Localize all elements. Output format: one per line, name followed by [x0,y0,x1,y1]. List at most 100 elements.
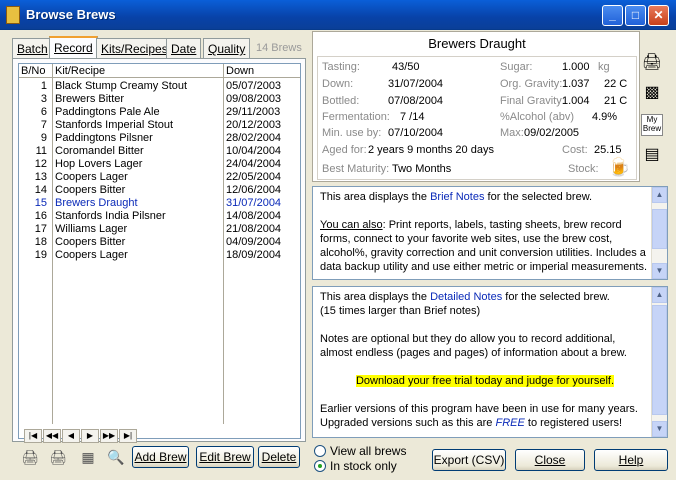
org-temp-value: 22 C [604,78,628,90]
delete-button[interactable]: Delete [258,446,300,468]
brew-details-panel: Brewers Draught Tasting: 43/50 Sugar: 1.… [312,31,640,182]
sugar-label: Sugar: [500,61,533,73]
detailed-notes-scrollbar[interactable]: ▲ ▼ [651,287,667,437]
edit-brew-button[interactable]: Edit Brew [196,446,254,468]
first-record-button[interactable]: |◀ [24,429,42,443]
window-title: Browse Brews [26,7,116,22]
cost-value: 25.15 [594,144,622,156]
org-gravity-label: Org. Gravity: [500,78,563,90]
list-item-selected[interactable]: 15 Brewers Draught 31/07/2004 [19,197,300,210]
view-all-radio[interactable]: View all brews [314,444,406,458]
tab-batch[interactable]: Batch [12,38,53,58]
promo-highlight: Download your free trial today and judge… [355,375,615,387]
sugar-unit: kg [598,61,610,73]
print-icon[interactable]: 🖨 [20,448,40,466]
help-button[interactable]: Help [594,449,668,471]
final-temp-value: 21 C [604,95,628,107]
list-item[interactable]: 1 Black Stump Creamy Stout 05/07/2003 [19,80,300,93]
tasting-value: 43/50 [392,61,420,73]
brew-list-panel: B/No Kit/Recipe Down 1 Black Stump Creamy… [12,58,306,443]
detailed-notes-area[interactable]: This area displays the Detailed Notes fo… [312,286,668,438]
max-label: Max: [500,127,524,139]
scroll-down-arrow-icon[interactable]: ▼ [652,421,667,437]
header-kit-recipe[interactable]: Kit/Recipe [55,65,105,77]
final-gravity-value: 1.004 [562,95,590,107]
list-header: B/No Kit/Recipe Down [19,64,300,78]
fermentation-value: 7 /14 [400,111,425,123]
alcohol-value: 4.9% [592,111,618,123]
brew-stats: Tasting: 43/50 Sugar: 1.000 kg Down: 31/… [317,56,637,180]
list-item[interactable]: 11 Coromandel Bitter 10/04/2004 [19,145,300,158]
aged-value: 2 years 9 months 20 days [368,144,494,156]
tab-date[interactable]: Date [166,38,202,58]
list-item[interactable]: 7 Stanfords Imperial Stout 20/12/2003 [19,119,300,132]
best-maturity-label: Best Maturity: [322,163,390,175]
maximize-button[interactable]: □ [625,5,646,26]
print-labels-icon[interactable]: 🖨 [48,448,68,466]
header-down[interactable]: Down [226,65,254,77]
brief-notes-scrollbar[interactable]: ▲ ▼ [651,187,667,279]
close-button[interactable]: Close [515,449,585,471]
scroll-up-arrow-icon[interactable]: ▲ [652,187,667,203]
list-item[interactable]: 18 Coopers Bitter 04/09/2004 [19,236,300,249]
header-bno[interactable]: B/No [21,65,45,77]
tab-record[interactable]: Record [49,36,98,59]
export-csv-button[interactable]: Export (CSV) [432,449,506,471]
barcode-label-icon[interactable]: ▩ [641,82,663,104]
title-bar[interactable]: Browse Brews _ □ ✕ [0,0,676,30]
my-brew-icon[interactable]: My Brew [641,114,663,136]
brew-title: Brewers Draught [428,36,526,51]
printer-icon[interactable]: 🖨 [641,52,663,74]
radio-unchecked-icon [314,445,326,457]
final-gravity-label: Final Gravity: [500,95,565,107]
max-value: 09/02/2005 [524,127,580,139]
brew-list[interactable]: B/No Kit/Recipe Down 1 Black Stump Creamy… [18,63,301,443]
minimize-button[interactable]: _ [602,5,623,26]
list-item[interactable]: 13 Coopers Lager 22/05/2004 [19,171,300,184]
list-item[interactable]: 19 Coopers Lager 18/09/2004 [19,249,300,262]
list-item[interactable]: 14 Coopers Bitter 12/06/2004 [19,184,300,197]
scroll-up-arrow-icon[interactable]: ▲ [652,287,667,303]
tasting-label: Tasting: [322,61,360,73]
scroll-down-arrow-icon[interactable]: ▼ [652,263,667,279]
brief-notes-area[interactable]: This area displays the Brief Notes for t… [312,186,668,280]
best-maturity-value: Two Months [392,163,452,175]
down-value: 31/07/2004 [388,78,444,90]
list-item[interactable]: 16 Stanfords India Pilsner 14/08/2004 [19,210,300,223]
cost-label: Cost: [562,144,588,156]
scroll-thumb[interactable] [652,305,667,415]
calculator-icon[interactable]: ▦ [78,448,98,466]
prev-page-button[interactable]: ◀◀ [43,429,61,443]
list-item[interactable]: 17 Williams Lager 21/08/2004 [19,223,300,236]
list-item[interactable]: 12 Hop Lovers Lager 24/04/2004 [19,158,300,171]
detailed-notes-text: This area displays the Detailed Notes fo… [320,291,638,429]
aged-label: Aged for: [322,144,367,156]
prev-record-button[interactable]: ◀ [62,429,80,443]
beer-mug-icon: 🍺 [608,157,631,177]
down-label: Down: [322,78,354,90]
tab-quality[interactable]: Quality [203,38,251,58]
search-icon[interactable]: 🔍 [106,448,126,466]
radio-checked-icon [314,460,326,472]
org-gravity-value: 1.037 [562,78,590,90]
last-record-button[interactable]: ▶| [119,429,137,443]
bottled-label: Bottled: [322,95,360,107]
document-icon[interactable]: ▤ [641,144,663,166]
fermentation-label: Fermentation: [322,111,390,123]
record-navigator: |◀ ◀◀ ◀ ▶ ▶▶ ▶| [24,429,144,443]
brew-count: 14 Brews [256,42,302,54]
tab-kits-recipes[interactable]: Kits/Recipes [96,38,173,58]
list-item[interactable]: 9 Paddingtons Pilsner 28/02/2004 [19,132,300,145]
stock-label: Stock: [568,163,599,175]
sugar-value: 1.000 [562,61,590,73]
list-item[interactable]: 6 Paddingtons Pale Ale 29/11/2003 [19,106,300,119]
next-record-button[interactable]: ▶ [81,429,99,443]
next-page-button[interactable]: ▶▶ [100,429,118,443]
list-item[interactable]: 3 Brewers Bitter 09/08/2003 [19,93,300,106]
browse-brews-window: Browse Brews _ □ ✕ Batch Record Kits/Rec… [0,0,676,480]
alcohol-label: %Alcohol (abv) [500,111,574,123]
in-stock-radio[interactable]: In stock only [314,459,397,473]
scroll-thumb[interactable] [652,209,667,249]
add-brew-button[interactable]: Add Brew [132,446,189,468]
close-window-button[interactable]: ✕ [648,5,669,26]
